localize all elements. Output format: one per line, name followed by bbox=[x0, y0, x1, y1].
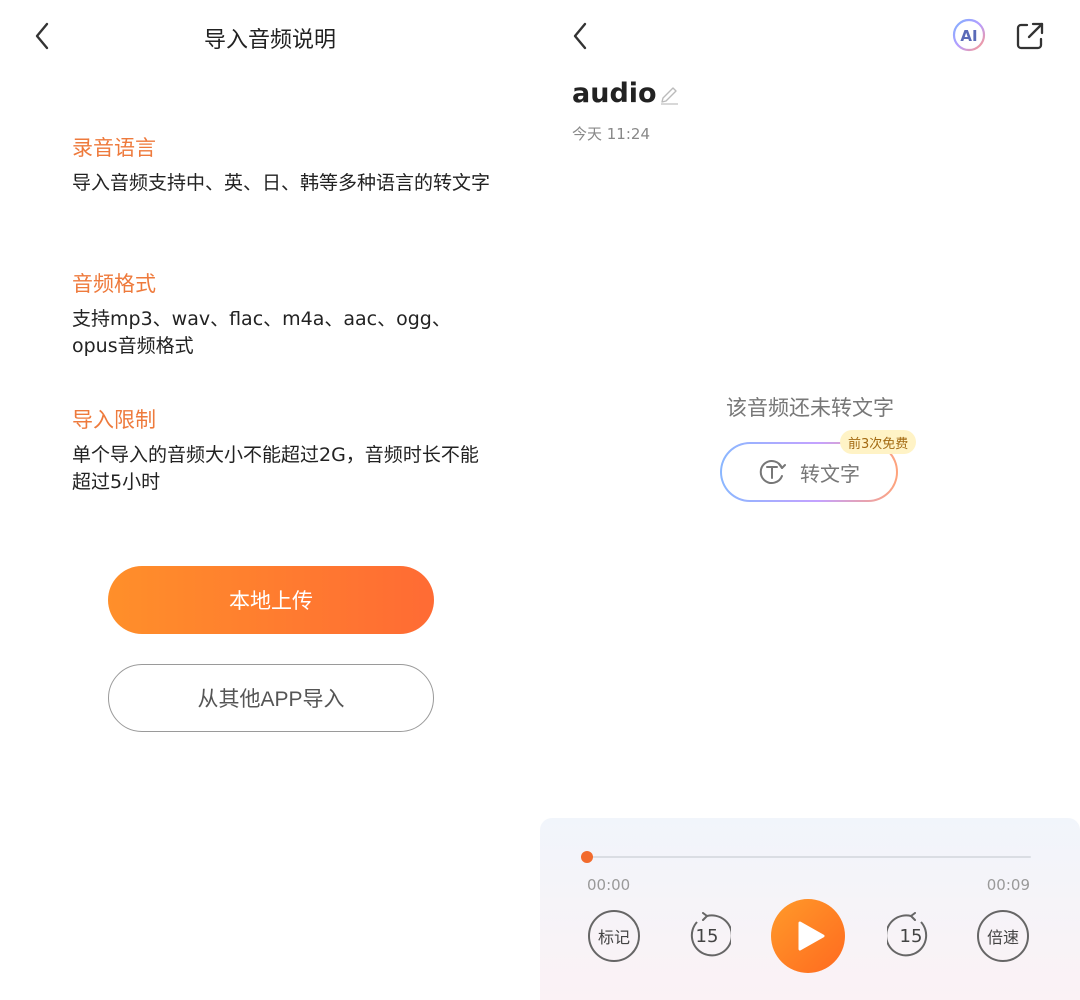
total-time: 00:09 bbox=[986, 876, 1030, 894]
play-button[interactable] bbox=[771, 899, 845, 973]
forward-seconds: 15 bbox=[899, 925, 923, 947]
edit-icon[interactable] bbox=[659, 83, 679, 105]
audio-player: 00:00 00:09 标记 15 15 倍速 bbox=[540, 818, 1080, 1000]
rewind-15-button[interactable]: 15 bbox=[683, 912, 731, 960]
audio-title-row: audio bbox=[572, 78, 679, 109]
back-button[interactable] bbox=[560, 16, 600, 56]
section-body: 支持mp3、wav、flac、m4a、aac、ogg、opus音频格式 bbox=[72, 308, 451, 357]
free-trial-badge: 前3次免费 bbox=[840, 430, 917, 454]
section-heading: 录音语言 bbox=[72, 136, 156, 160]
audio-timestamp: 今天 11:24 bbox=[572, 125, 650, 143]
section-import-limits: 导入限制 单个导入的音频大小不能超过2G，音频时长不能超过5小时 bbox=[72, 404, 492, 496]
import-from-other-app-button[interactable]: 从其他APP导入 bbox=[108, 664, 434, 732]
section-body: 单个导入的音频大小不能超过2G，音频时长不能超过5小时 bbox=[72, 444, 479, 493]
section-heading: 导入限制 bbox=[72, 408, 156, 432]
play-icon bbox=[798, 921, 824, 951]
rewind-seconds: 15 bbox=[695, 925, 719, 947]
progress-track[interactable] bbox=[587, 856, 1031, 858]
forward-15-button[interactable]: 15 bbox=[887, 912, 935, 960]
back-icon bbox=[573, 22, 587, 50]
not-transcribed-message: 该音频还未转文字 bbox=[726, 396, 894, 420]
page-title: 导入音频说明 bbox=[203, 28, 336, 53]
audio-detail-screen: AI audio 今天 11:24 该音频还未转文字 转文字 前3次免费 00:… bbox=[540, 0, 1080, 1000]
local-upload-button[interactable]: 本地上传 bbox=[108, 566, 434, 634]
playback-speed-button[interactable]: 倍速 bbox=[977, 910, 1029, 962]
section-recording-language: 录音语言 导入音频支持中、英、日、韩等多种语言的转文字 bbox=[72, 132, 492, 197]
section-heading: 音频格式 bbox=[72, 272, 156, 296]
current-time: 00:00 bbox=[587, 876, 631, 894]
convert-button-label: 转文字 bbox=[800, 461, 860, 486]
ai-icon[interactable]: AI bbox=[952, 18, 986, 52]
section-body: 导入音频支持中、英、日、韩等多种语言的转文字 bbox=[72, 172, 491, 194]
ai-label: AI bbox=[960, 27, 977, 45]
import-audio-info-screen: 导入音频说明 录音语言 导入音频支持中、英、日、韩等多种语言的转文字 音频格式 … bbox=[0, 0, 540, 1000]
progress-handle[interactable] bbox=[581, 851, 593, 863]
audio-title[interactable]: audio bbox=[572, 78, 657, 109]
text-convert-icon bbox=[759, 460, 786, 484]
section-audio-format: 音频格式 支持mp3、wav、flac、m4a、aac、ogg、opus音频格式 bbox=[72, 268, 492, 360]
mark-button[interactable]: 标记 bbox=[588, 910, 640, 962]
share-icon[interactable] bbox=[1014, 20, 1046, 52]
